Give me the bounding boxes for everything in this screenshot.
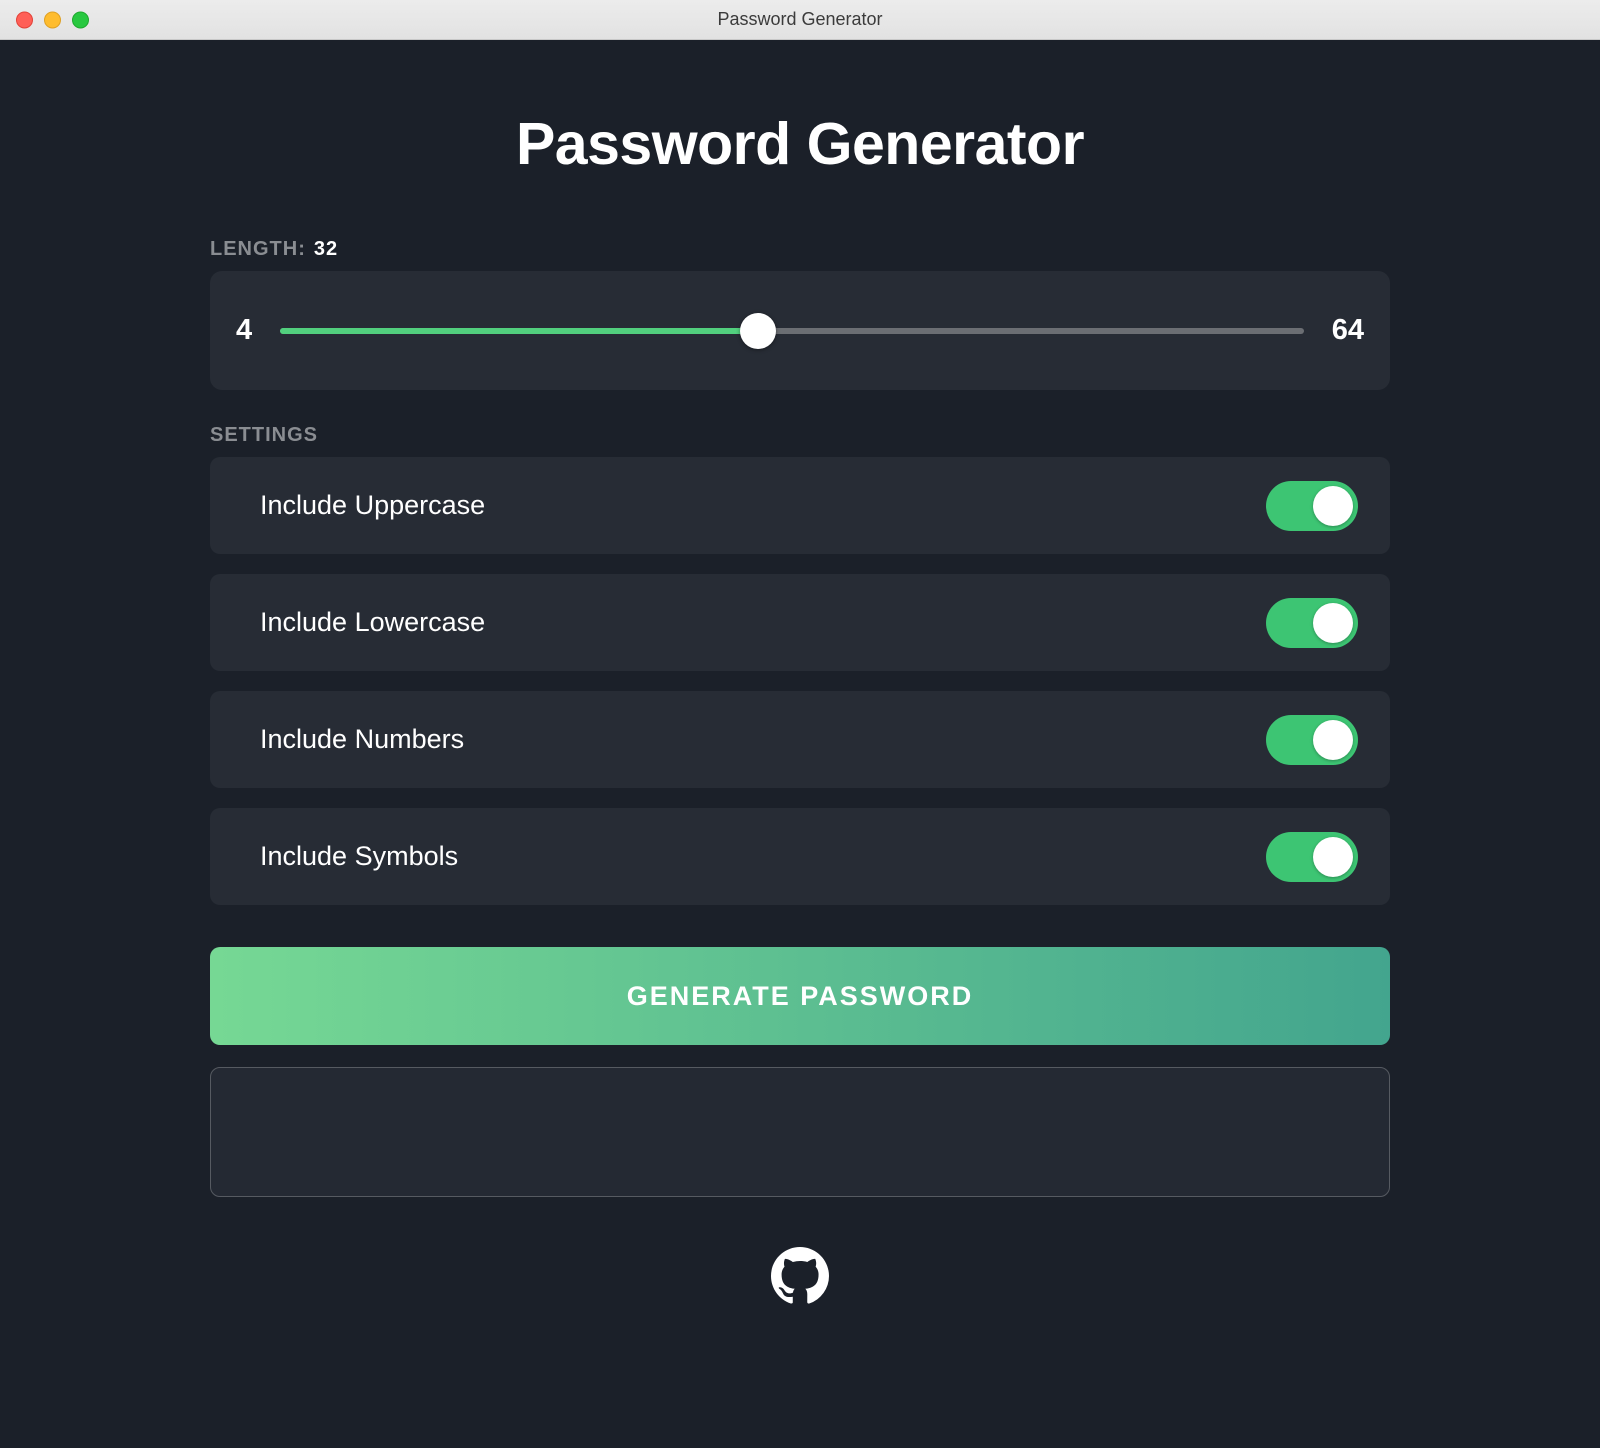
length-max-label: 64 xyxy=(1332,314,1364,347)
close-window-button[interactable] xyxy=(16,11,33,28)
length-slider-card: 4 64 xyxy=(210,271,1390,390)
page-title: Password Generator xyxy=(210,110,1390,178)
toggle-include-lowercase[interactable] xyxy=(1266,598,1358,648)
setting-row-numbers: Include Numbers xyxy=(210,691,1390,788)
settings-section-label: SETTINGS xyxy=(210,424,1390,447)
length-value: 32 xyxy=(314,238,338,261)
setting-row-lowercase: Include Lowercase xyxy=(210,574,1390,671)
settings-label-text: SETTINGS xyxy=(210,424,318,447)
setting-row-symbols: Include Symbols xyxy=(210,808,1390,905)
generate-button[interactable]: GENERATE PASSWORD xyxy=(210,947,1390,1045)
length-slider-fill xyxy=(280,328,758,334)
window-titlebar: Password Generator xyxy=(0,0,1600,40)
length-min-label: 4 xyxy=(236,314,252,347)
app-root: Password Generator LENGTH: 32 4 64 SETTI… xyxy=(0,40,1600,1448)
github-link[interactable] xyxy=(771,1247,829,1310)
toggle-include-symbols[interactable] xyxy=(1266,832,1358,882)
footer xyxy=(210,1247,1390,1310)
length-section-label: LENGTH: 32 xyxy=(210,238,1390,261)
setting-label: Include Symbols xyxy=(260,841,458,872)
password-output[interactable] xyxy=(210,1067,1390,1197)
length-label: LENGTH: xyxy=(210,238,306,261)
window-title: Password Generator xyxy=(717,9,882,30)
setting-label: Include Lowercase xyxy=(260,607,485,638)
settings-list: Include Uppercase Include Lowercase Incl… xyxy=(210,457,1390,905)
setting-label: Include Uppercase xyxy=(260,490,485,521)
minimize-window-button[interactable] xyxy=(44,11,61,28)
setting-label: Include Numbers xyxy=(260,724,464,755)
fullscreen-window-button[interactable] xyxy=(72,11,89,28)
length-slider[interactable] xyxy=(280,328,1304,334)
toggle-include-uppercase[interactable] xyxy=(1266,481,1358,531)
setting-row-uppercase: Include Uppercase xyxy=(210,457,1390,554)
github-icon xyxy=(771,1292,829,1309)
length-slider-thumb[interactable] xyxy=(740,313,776,349)
traffic-lights xyxy=(16,11,89,28)
toggle-include-numbers[interactable] xyxy=(1266,715,1358,765)
